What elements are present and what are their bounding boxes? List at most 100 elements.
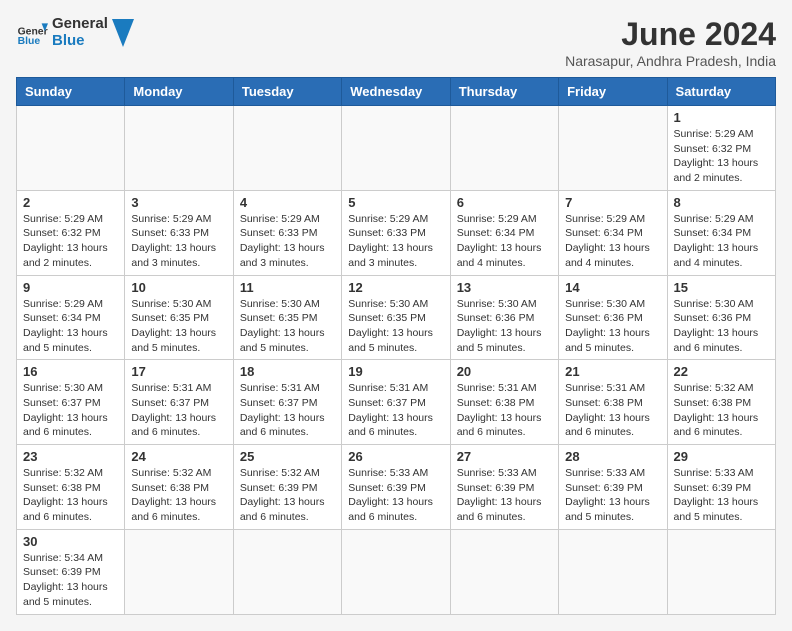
day-number: 21 bbox=[565, 364, 660, 379]
day-info: Sunrise: 5:33 AM Sunset: 6:39 PM Dayligh… bbox=[348, 466, 443, 525]
day-info: Sunrise: 5:31 AM Sunset: 6:37 PM Dayligh… bbox=[348, 381, 443, 440]
day-number: 26 bbox=[348, 449, 443, 464]
calendar-day-cell: 25 Sunrise: 5:32 AM Sunset: 6:39 PM Dayli… bbox=[233, 445, 341, 530]
calendar-day-cell: 22Sunrise: 5:32 AM Sunset: 6:38 PM Dayli… bbox=[667, 360, 775, 445]
day-number: 27 bbox=[457, 449, 552, 464]
day-info: Sunrise: 5:33 AM Sunset: 6:39 PM Dayligh… bbox=[457, 466, 552, 525]
calendar-day-cell bbox=[17, 106, 125, 191]
day-number: 13 bbox=[457, 280, 552, 295]
calendar-header-friday: Friday bbox=[559, 78, 667, 106]
calendar-week-row: 1 Sunrise: 5:29 AM Sunset: 6:32 PM Daylig… bbox=[17, 106, 776, 191]
calendar-day-cell: 24Sunrise: 5:32 AM Sunset: 6:38 PM Dayli… bbox=[125, 445, 233, 530]
calendar-day-cell: 18Sunrise: 5:31 AM Sunset: 6:37 PM Dayli… bbox=[233, 360, 341, 445]
day-number: 14 bbox=[565, 280, 660, 295]
day-number: 4 bbox=[240, 195, 335, 210]
calendar-table: SundayMondayTuesdayWednesdayThursdayFrid… bbox=[16, 77, 776, 615]
day-number: 7 bbox=[565, 195, 660, 210]
calendar-header-tuesday: Tuesday bbox=[233, 78, 341, 106]
calendar-header-row: SundayMondayTuesdayWednesdayThursdayFrid… bbox=[17, 78, 776, 106]
calendar-week-row: 9 Sunrise: 5:29 AM Sunset: 6:34 PM Daylig… bbox=[17, 275, 776, 360]
day-info: Sunrise: 5:30 AM Sunset: 6:37 PM Dayligh… bbox=[23, 381, 118, 440]
calendar-day-cell: 20Sunrise: 5:31 AM Sunset: 6:38 PM Dayli… bbox=[450, 360, 558, 445]
calendar-week-row: 30 Sunrise: 5:34 AM Sunset: 6:39 PM Dayli… bbox=[17, 529, 776, 614]
day-info: Sunrise: 5:29 AM Sunset: 6:33 PM Dayligh… bbox=[348, 212, 443, 271]
day-info: Sunrise: 5:30 AM Sunset: 6:35 PM Dayligh… bbox=[348, 297, 443, 356]
day-info: Sunrise: 5:32 AM Sunset: 6:39 PM Dayligh… bbox=[240, 466, 335, 525]
day-number: 19 bbox=[348, 364, 443, 379]
calendar-day-cell bbox=[342, 106, 450, 191]
day-number: 30 bbox=[23, 534, 118, 549]
day-number: 25 bbox=[240, 449, 335, 464]
day-info: Sunrise: 5:32 AM Sunset: 6:38 PM Dayligh… bbox=[674, 381, 769, 440]
day-info: Sunrise: 5:31 AM Sunset: 6:38 PM Dayligh… bbox=[565, 381, 660, 440]
calendar-day-cell: 23 Sunrise: 5:32 AM Sunset: 6:38 PM Dayli… bbox=[17, 445, 125, 530]
calendar-day-cell bbox=[125, 106, 233, 191]
day-number: 8 bbox=[674, 195, 769, 210]
day-number: 17 bbox=[131, 364, 226, 379]
calendar-day-cell: 15Sunrise: 5:30 AM Sunset: 6:36 PM Dayli… bbox=[667, 275, 775, 360]
svg-text:Blue: Blue bbox=[18, 36, 41, 47]
calendar-header-sunday: Sunday bbox=[17, 78, 125, 106]
calendar-day-cell: 21 Sunrise: 5:31 AM Sunset: 6:38 PM Dayli… bbox=[559, 360, 667, 445]
calendar-day-cell bbox=[342, 529, 450, 614]
day-number: 5 bbox=[348, 195, 443, 210]
day-number: 3 bbox=[131, 195, 226, 210]
day-info: Sunrise: 5:29 AM Sunset: 6:32 PM Dayligh… bbox=[23, 212, 118, 271]
calendar-day-cell: 19 Sunrise: 5:31 AM Sunset: 6:37 PM Dayli… bbox=[342, 360, 450, 445]
logo-triangle-icon bbox=[112, 19, 134, 47]
day-number: 2 bbox=[23, 195, 118, 210]
day-info: Sunrise: 5:30 AM Sunset: 6:36 PM Dayligh… bbox=[565, 297, 660, 356]
logo-icon: General Blue bbox=[16, 17, 48, 49]
calendar-day-cell bbox=[233, 106, 341, 191]
header: General Blue General Blue June 2024 Nara… bbox=[16, 16, 776, 69]
day-number: 11 bbox=[240, 280, 335, 295]
title-area: June 2024 Narasapur, Andhra Pradesh, Ind… bbox=[565, 16, 776, 69]
day-info: Sunrise: 5:29 AM Sunset: 6:34 PM Dayligh… bbox=[565, 212, 660, 271]
day-info: Sunrise: 5:32 AM Sunset: 6:38 PM Dayligh… bbox=[131, 466, 226, 525]
calendar-day-cell: 2 Sunrise: 5:29 AM Sunset: 6:32 PM Daylig… bbox=[17, 190, 125, 275]
day-number: 10 bbox=[131, 280, 226, 295]
calendar-header-thursday: Thursday bbox=[450, 78, 558, 106]
calendar-day-cell bbox=[559, 529, 667, 614]
day-info: Sunrise: 5:29 AM Sunset: 6:34 PM Dayligh… bbox=[457, 212, 552, 271]
calendar-day-cell: 13 Sunrise: 5:30 AM Sunset: 6:36 PM Dayli… bbox=[450, 275, 558, 360]
calendar-day-cell: 1 Sunrise: 5:29 AM Sunset: 6:32 PM Daylig… bbox=[667, 106, 775, 191]
day-info: Sunrise: 5:32 AM Sunset: 6:38 PM Dayligh… bbox=[23, 466, 118, 525]
day-number: 9 bbox=[23, 280, 118, 295]
calendar-day-cell: 7 Sunrise: 5:29 AM Sunset: 6:34 PM Daylig… bbox=[559, 190, 667, 275]
day-info: Sunrise: 5:29 AM Sunset: 6:34 PM Dayligh… bbox=[23, 297, 118, 356]
calendar-day-cell: 9 Sunrise: 5:29 AM Sunset: 6:34 PM Daylig… bbox=[17, 275, 125, 360]
calendar-day-cell: 26 Sunrise: 5:33 AM Sunset: 6:39 PM Dayli… bbox=[342, 445, 450, 530]
location-subtitle: Narasapur, Andhra Pradesh, India bbox=[565, 53, 776, 69]
calendar-day-cell: 4Sunrise: 5:29 AM Sunset: 6:33 PM Daylig… bbox=[233, 190, 341, 275]
calendar-day-cell: 16 Sunrise: 5:30 AM Sunset: 6:37 PM Dayli… bbox=[17, 360, 125, 445]
calendar-day-cell: 5 Sunrise: 5:29 AM Sunset: 6:33 PM Daylig… bbox=[342, 190, 450, 275]
day-info: Sunrise: 5:29 AM Sunset: 6:32 PM Dayligh… bbox=[674, 127, 769, 186]
calendar-day-cell: 8Sunrise: 5:29 AM Sunset: 6:34 PM Daylig… bbox=[667, 190, 775, 275]
day-number: 23 bbox=[23, 449, 118, 464]
calendar-day-cell bbox=[450, 106, 558, 191]
calendar-day-cell bbox=[450, 529, 558, 614]
day-info: Sunrise: 5:30 AM Sunset: 6:36 PM Dayligh… bbox=[457, 297, 552, 356]
day-number: 6 bbox=[457, 195, 552, 210]
day-number: 16 bbox=[23, 364, 118, 379]
calendar-day-cell: 28Sunrise: 5:33 AM Sunset: 6:39 PM Dayli… bbox=[559, 445, 667, 530]
logo-general: General bbox=[52, 16, 108, 33]
day-number: 29 bbox=[674, 449, 769, 464]
calendar-week-row: 23 Sunrise: 5:32 AM Sunset: 6:38 PM Dayli… bbox=[17, 445, 776, 530]
day-number: 15 bbox=[674, 280, 769, 295]
calendar-header-saturday: Saturday bbox=[667, 78, 775, 106]
day-number: 1 bbox=[674, 110, 769, 125]
calendar-week-row: 16 Sunrise: 5:30 AM Sunset: 6:37 PM Dayli… bbox=[17, 360, 776, 445]
calendar-week-row: 2 Sunrise: 5:29 AM Sunset: 6:32 PM Daylig… bbox=[17, 190, 776, 275]
day-info: Sunrise: 5:31 AM Sunset: 6:38 PM Dayligh… bbox=[457, 381, 552, 440]
calendar-day-cell bbox=[667, 529, 775, 614]
day-info: Sunrise: 5:30 AM Sunset: 6:35 PM Dayligh… bbox=[240, 297, 335, 356]
month-title: June 2024 bbox=[565, 16, 776, 53]
calendar-day-cell: 30 Sunrise: 5:34 AM Sunset: 6:39 PM Dayli… bbox=[17, 529, 125, 614]
calendar-day-cell: 17Sunrise: 5:31 AM Sunset: 6:37 PM Dayli… bbox=[125, 360, 233, 445]
day-info: Sunrise: 5:29 AM Sunset: 6:33 PM Dayligh… bbox=[131, 212, 226, 271]
day-info: Sunrise: 5:34 AM Sunset: 6:39 PM Dayligh… bbox=[23, 551, 118, 610]
logo-blue: Blue bbox=[52, 33, 108, 50]
calendar-header-wednesday: Wednesday bbox=[342, 78, 450, 106]
